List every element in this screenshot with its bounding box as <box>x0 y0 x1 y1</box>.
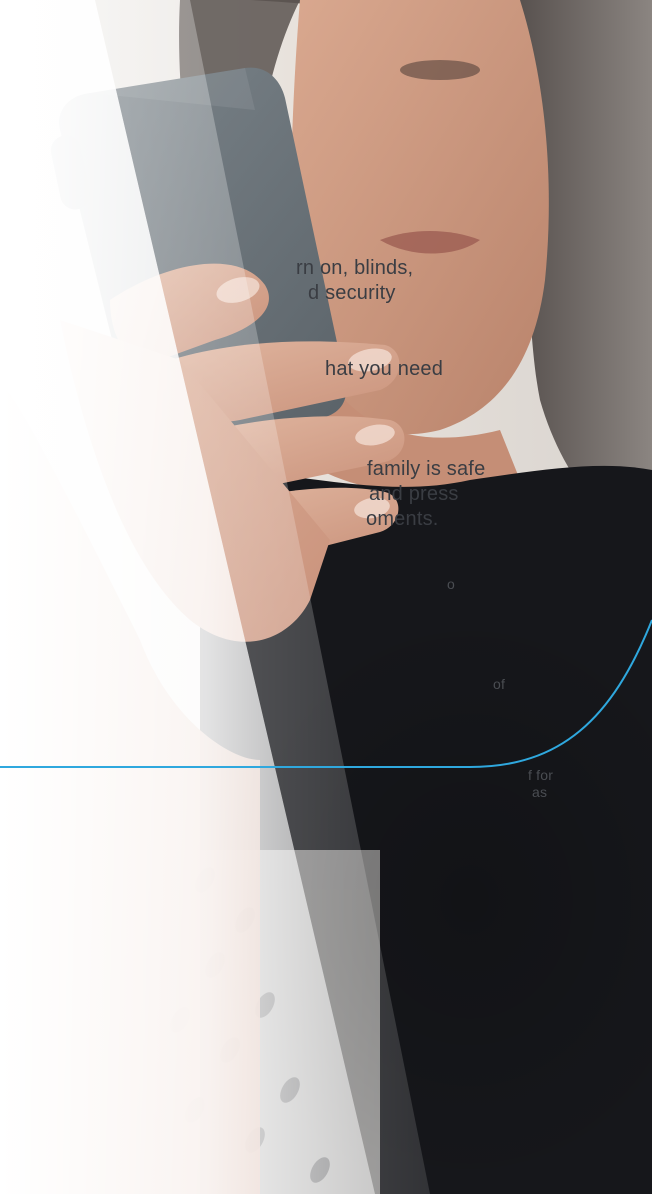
text-line: rn on, blinds, <box>296 257 414 279</box>
hero-graphic: rn on, blinds, d security hat you need f… <box>0 0 652 1194</box>
text-fragment: o <box>447 576 455 592</box>
text-fragment: f for <box>528 767 554 783</box>
text-line: hat you need <box>325 358 444 380</box>
text-line: d security <box>308 282 396 304</box>
text-line: and press <box>369 483 459 505</box>
woman-with-phone-photo <box>0 0 652 1194</box>
text-fragment: as <box>532 784 548 800</box>
text-fragment: of <box>493 676 506 692</box>
text-line: oments. <box>366 508 439 530</box>
text-line: family is safe <box>367 458 486 480</box>
